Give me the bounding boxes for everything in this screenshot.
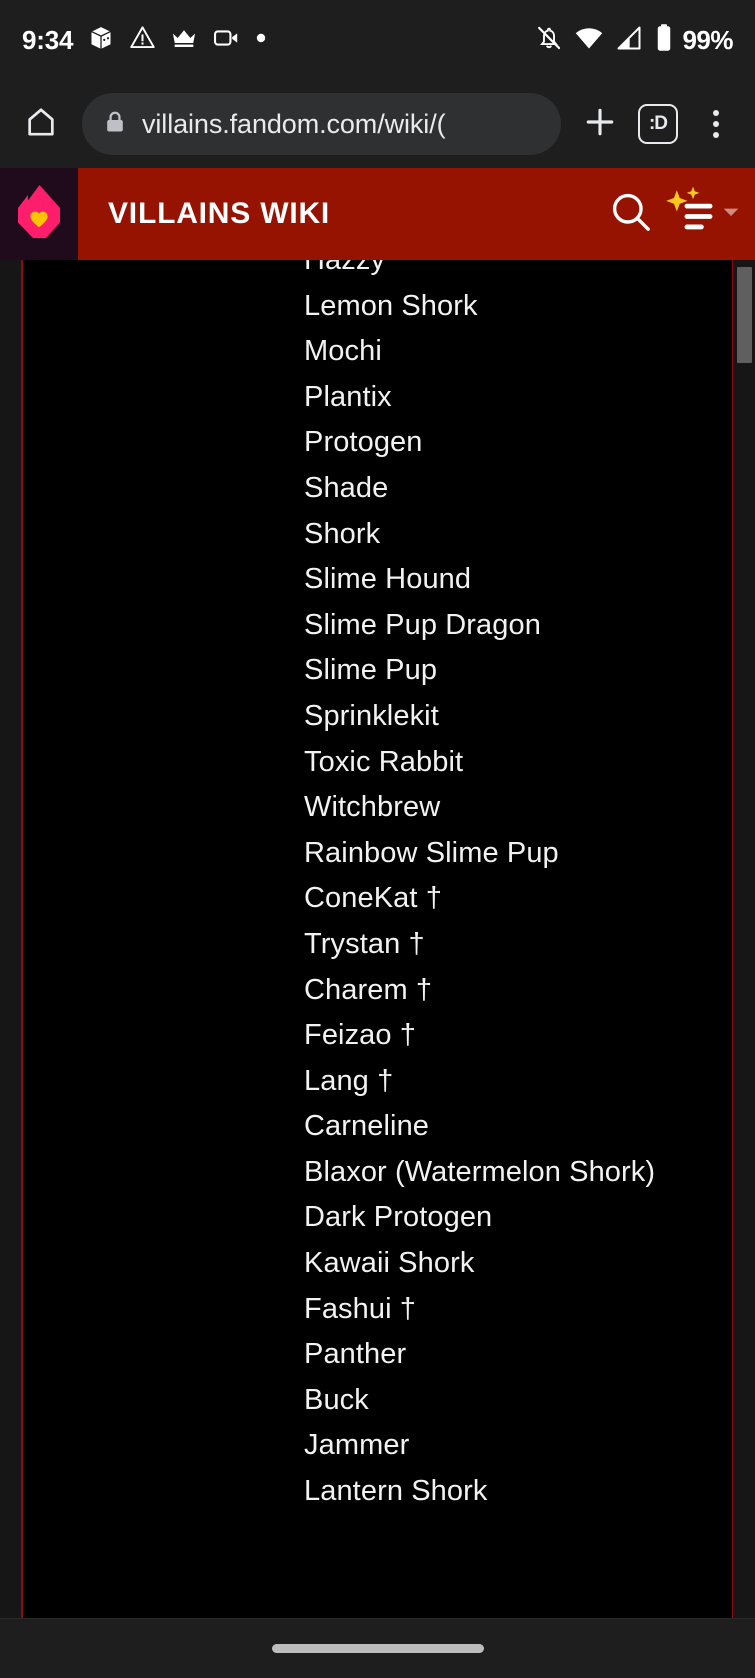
lock-icon bbox=[102, 109, 128, 140]
list-item: Dark Protogen bbox=[304, 1201, 493, 1234]
list-item: Witchbrew bbox=[304, 791, 441, 824]
list-item: Mochi bbox=[304, 335, 382, 368]
list-item: Toxic Rabbit bbox=[304, 745, 464, 778]
warning-triangle-icon bbox=[129, 24, 156, 56]
list-item: Trystan † bbox=[304, 927, 425, 960]
tab-count-label: :D bbox=[638, 104, 678, 144]
list-item: Slime Hound bbox=[304, 563, 472, 596]
status-bar-right: 99% bbox=[535, 23, 733, 58]
cellular-signal-icon bbox=[615, 24, 643, 57]
home-icon bbox=[24, 105, 58, 144]
list-item: Slime Pup bbox=[304, 654, 438, 687]
list-item: Blaxor (Watermelon Shork) bbox=[304, 1155, 656, 1188]
video-camera-icon bbox=[212, 24, 240, 57]
new-tab-button[interactable] bbox=[573, 97, 627, 151]
search-icon bbox=[607, 188, 655, 241]
browser-menu-button[interactable] bbox=[689, 97, 743, 151]
gesture-navigation-pill[interactable] bbox=[271, 1644, 484, 1653]
wiki-nav-dropdown-button[interactable] bbox=[721, 202, 741, 227]
chevron-down-icon bbox=[721, 202, 741, 227]
scrollbar-thumb[interactable] bbox=[737, 267, 752, 363]
character-name-list: Hazzy Lemon Shork Mochi Plantix Protogen Shad… bbox=[23, 260, 732, 1515]
fandom-flame-logo-icon bbox=[13, 183, 65, 246]
vertical-scrollbar[interactable] bbox=[733, 260, 755, 1618]
list-item: Rainbow Slime Pup bbox=[304, 836, 559, 869]
package-icon bbox=[87, 24, 115, 57]
wiki-search-button[interactable] bbox=[607, 188, 655, 241]
list-item: Panther bbox=[304, 1338, 407, 1371]
list-item: Lang † bbox=[304, 1064, 394, 1097]
recording-dot-icon bbox=[254, 31, 268, 50]
list-item: Feizao † bbox=[304, 1019, 417, 1052]
list-item: Charem † bbox=[304, 973, 433, 1006]
wiki-nav-menu-button[interactable] bbox=[659, 186, 717, 243]
list-item: Protogen bbox=[304, 426, 423, 459]
list-item: Jammer bbox=[304, 1429, 410, 1462]
list-item: Hazzy bbox=[304, 260, 386, 276]
kebab-menu-icon bbox=[713, 110, 719, 138]
plus-icon bbox=[582, 104, 618, 145]
notifications-off-icon bbox=[535, 24, 563, 57]
status-clock: 9:34 bbox=[22, 25, 74, 55]
list-item: Fashui † bbox=[304, 1292, 417, 1325]
list-item: ConeKat † bbox=[304, 882, 442, 915]
wiki-header: VILLAINS WIKI bbox=[0, 168, 755, 260]
list-item: Plantix bbox=[304, 380, 392, 413]
system-navigation-bar bbox=[0, 1618, 755, 1678]
list-item: Carneline bbox=[304, 1110, 430, 1143]
battery-percent-label: 99% bbox=[682, 25, 733, 55]
home-button[interactable] bbox=[14, 97, 68, 151]
url-bar[interactable]: villains.fandom.com/wiki/( bbox=[82, 93, 561, 155]
list-item: Lemon Shork bbox=[304, 289, 478, 322]
status-bar-left: 9:34 bbox=[22, 24, 268, 57]
wifi-icon bbox=[574, 23, 604, 58]
fandom-logo-button[interactable] bbox=[0, 168, 78, 260]
phone-screen: 9:34 99% villains.fandom.com/wiki/(:D V… bbox=[0, 0, 755, 1678]
url-text: villains.fandom.com/wiki/( bbox=[142, 108, 446, 139]
status-bar: 9:34 99% bbox=[0, 0, 755, 80]
list-item: Slime Pup Dragon bbox=[304, 608, 541, 641]
list-item: Shork bbox=[304, 517, 381, 550]
tab-switcher-button[interactable]: :D bbox=[631, 97, 685, 151]
battery-icon bbox=[654, 23, 674, 58]
crown-icon bbox=[170, 24, 198, 57]
webpage-viewport: Hazzy Lemon Shork Mochi Plantix Protogen Shad… bbox=[0, 260, 755, 1618]
list-item: Shade bbox=[304, 471, 389, 504]
browser-toolbar: villains.fandom.com/wiki/( :D bbox=[0, 80, 755, 168]
list-item: Lantern Shork bbox=[304, 1475, 488, 1508]
list-item: Buck bbox=[304, 1383, 369, 1416]
wiki-header-actions bbox=[607, 186, 741, 243]
hamburger-sparkle-icon bbox=[659, 186, 717, 243]
list-item: Sprinklekit bbox=[304, 699, 439, 732]
wiki-title-bar: VILLAINS WIKI bbox=[78, 168, 755, 260]
wiki-title: VILLAINS WIKI bbox=[108, 197, 331, 230]
article-content-box: Hazzy Lemon Shork Mochi Plantix Protogen Shad… bbox=[21, 260, 734, 1618]
list-item: Kawaii Shork bbox=[304, 1247, 475, 1280]
